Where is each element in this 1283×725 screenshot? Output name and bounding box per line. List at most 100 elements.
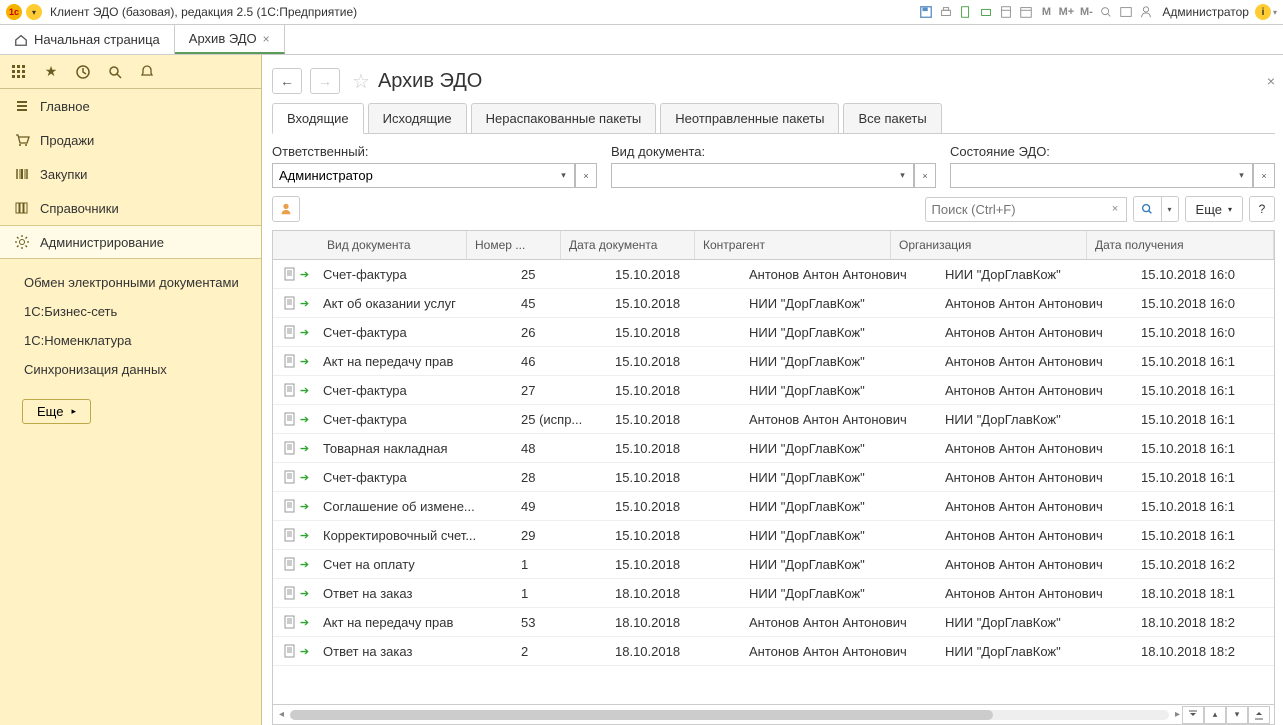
filter-tab-all[interactable]: Все пакеты	[843, 103, 941, 134]
col-type[interactable]: Вид документа	[273, 231, 467, 259]
table-row[interactable]: ➔Корректировочный счет...2915.10.2018НИИ…	[273, 521, 1274, 550]
col-contr[interactable]: Контрагент	[695, 231, 891, 259]
grid-body[interactable]: ➔Счет-фактура2515.10.2018Антонов Антон А…	[273, 260, 1274, 704]
col-num[interactable]: Номер ...	[467, 231, 561, 259]
cell-org: НИИ "ДорГлавКож"	[937, 412, 1133, 427]
table-row[interactable]: ➔Акт на передачу прав5318.10.2018Антонов…	[273, 608, 1274, 637]
zoom-icon[interactable]	[1098, 4, 1114, 20]
sidebar-more-button[interactable]: Еще▸	[22, 399, 91, 424]
table-row[interactable]: ➔Соглашение об измене...4915.10.2018НИИ …	[273, 492, 1274, 521]
apps-icon[interactable]	[10, 63, 28, 81]
filter-tabs: Входящие Исходящие Нераспакованные пакет…	[272, 103, 1275, 134]
filter-tab-incoming[interactable]: Входящие	[272, 103, 364, 134]
nav-last-icon[interactable]	[1248, 706, 1270, 724]
table-row[interactable]: ➔Товарная накладная4815.10.2018НИИ "ДорГ…	[273, 434, 1274, 463]
sidebar-item-purchases[interactable]: Закупки	[0, 157, 261, 191]
print-icon[interactable]	[938, 4, 954, 20]
sidebar-sub-sync[interactable]: Синхронизация данных	[0, 356, 261, 385]
filter-responsible-input[interactable]	[272, 163, 553, 188]
favorite-icon[interactable]: ☆	[352, 69, 370, 94]
sidebar-sub-exchange[interactable]: Обмен электронными документами	[0, 269, 261, 298]
table-row[interactable]: ➔Счет-фактура2515.10.2018Антонов Антон А…	[273, 260, 1274, 289]
cell-num: 48	[513, 441, 607, 456]
nav-down-icon[interactable]: ▾	[1226, 706, 1248, 724]
cell-date: 15.10.2018	[607, 499, 741, 514]
table-row[interactable]: ➔Счет-фактура25 (испр...15.10.2018Антоно…	[273, 405, 1274, 434]
table-row[interactable]: ➔Счет-фактура2715.10.2018НИИ "ДорГлавКож…	[273, 376, 1274, 405]
back-button[interactable]: ←	[272, 68, 302, 94]
dropdown-icon[interactable]: ▾	[553, 163, 575, 188]
cell-date: 18.10.2018	[607, 586, 741, 601]
help-button[interactable]: ?	[1249, 196, 1275, 222]
tab-home[interactable]: Начальная страница	[0, 25, 175, 54]
user-filter-button[interactable]	[272, 196, 300, 222]
table-row[interactable]: ➔Акт об оказании услуг4515.10.2018НИИ "Д…	[273, 289, 1274, 318]
calendar-icon[interactable]	[1018, 4, 1034, 20]
sidebar-item-refs[interactable]: Справочники	[0, 191, 261, 225]
save-icon[interactable]	[918, 4, 934, 20]
find-button[interactable]	[1133, 196, 1161, 222]
filter-tab-outgoing[interactable]: Исходящие	[368, 103, 467, 134]
table-row[interactable]: ➔Счет на оплату115.10.2018НИИ "ДорГлавКо…	[273, 550, 1274, 579]
filter-doctype-input[interactable]	[611, 163, 892, 188]
sidebar-subitems: Обмен электронными документами 1С:Бизнес…	[0, 259, 261, 389]
m-minus-icon[interactable]: M-	[1078, 4, 1094, 20]
sidebar-item-sales[interactable]: Продажи	[0, 123, 261, 157]
doc-green-icon[interactable]	[958, 4, 974, 20]
sidebar-item-admin[interactable]: Администрирование	[0, 225, 261, 259]
info-icon[interactable]: i	[1255, 4, 1271, 20]
close-page-icon[interactable]: ×	[1267, 73, 1275, 89]
star-icon[interactable]: ★	[42, 63, 60, 81]
col-recv[interactable]: Дата получения	[1087, 231, 1274, 259]
cell-org: Антонов Антон Антонович	[937, 586, 1133, 601]
user-name[interactable]: Администратор	[1162, 5, 1249, 19]
table-row[interactable]: ➔Ответ на заказ218.10.2018Антонов Антон …	[273, 637, 1274, 666]
horizontal-scrollbar[interactable]	[290, 710, 1169, 720]
m-icon[interactable]: M	[1038, 4, 1054, 20]
app-dropdown-icon[interactable]: ▾	[26, 4, 42, 20]
forward-button[interactable]: →	[310, 68, 340, 94]
m-plus-icon[interactable]: M+	[1058, 4, 1074, 20]
window-icon[interactable]	[1118, 4, 1134, 20]
scroll-right-icon[interactable]: ▸	[1173, 709, 1182, 720]
nav-up-icon[interactable]: ▴	[1204, 706, 1226, 724]
close-icon[interactable]: ×	[263, 32, 270, 46]
cell-date: 18.10.2018	[607, 615, 741, 630]
bell-icon[interactable]	[138, 63, 156, 81]
dropdown-icon[interactable]: ▾	[1231, 163, 1253, 188]
col-date[interactable]: Дата документа	[561, 231, 695, 259]
filter-tab-unpacked[interactable]: Нераспакованные пакеты	[471, 103, 657, 134]
sidebar-sub-nomen[interactable]: 1С:Номенклатура	[0, 327, 261, 356]
table-row[interactable]: ➔Акт на передачу прав4615.10.2018НИИ "До…	[273, 347, 1274, 376]
history-icon[interactable]	[74, 63, 92, 81]
search-input[interactable]	[925, 197, 1105, 222]
nav-first-icon[interactable]	[1182, 706, 1204, 724]
search-icon[interactable]	[106, 63, 124, 81]
tab-archive[interactable]: Архив ЭДО ×	[175, 25, 285, 54]
scroll-left-icon[interactable]: ◂	[277, 709, 286, 720]
clear-icon[interactable]: ×	[575, 163, 597, 188]
filter-state-input[interactable]	[950, 163, 1231, 188]
cell-date: 15.10.2018	[607, 412, 741, 427]
clear-icon[interactable]: ×	[914, 163, 936, 188]
table-row[interactable]: ➔Счет-фактура2615.10.2018НИИ "ДорГлавКож…	[273, 318, 1274, 347]
clear-icon[interactable]: ×	[1253, 163, 1275, 188]
calc-icon[interactable]	[998, 4, 1014, 20]
sidebar-sub-biznet[interactable]: 1С:Бизнес-сеть	[0, 298, 261, 327]
find-dropdown-icon[interactable]: ▾	[1161, 196, 1179, 222]
filter-tab-unsent[interactable]: Неотправленные пакеты	[660, 103, 839, 134]
cell-num: 1	[513, 557, 607, 572]
home-icon	[14, 33, 28, 47]
table-row[interactable]: ➔Ответ на заказ118.10.2018НИИ "ДорГлавКо…	[273, 579, 1274, 608]
search-clear-icon[interactable]: ×	[1105, 197, 1127, 222]
table-row[interactable]: ➔Счет-фактура2815.10.2018НИИ "ДорГлавКож…	[273, 463, 1274, 492]
app-logo-icon: 1c	[6, 4, 22, 20]
doc-print-icon[interactable]	[978, 4, 994, 20]
sidebar-item-main[interactable]: Главное	[0, 89, 261, 123]
filter-doctype-label: Вид документа:	[611, 144, 936, 159]
more-button[interactable]: Еще▾	[1185, 196, 1243, 222]
col-org[interactable]: Организация	[891, 231, 1087, 259]
info-dropdown-icon[interactable]: ▾	[1273, 8, 1277, 17]
row-status-icon: ➔	[273, 499, 319, 513]
dropdown-icon[interactable]: ▾	[892, 163, 914, 188]
